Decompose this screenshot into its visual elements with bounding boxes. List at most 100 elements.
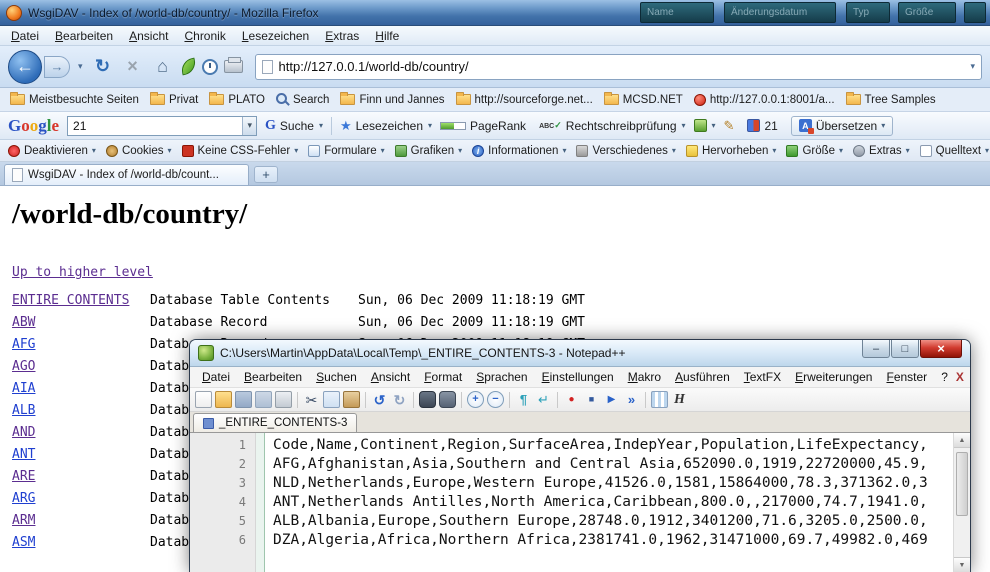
word-wrap-icon[interactable]: ↵ bbox=[535, 391, 552, 408]
npp-menu-ausfuehren[interactable]: Ausführen bbox=[669, 369, 736, 385]
npp-menu-suchen[interactable]: Suchen bbox=[310, 369, 363, 385]
menu-hilfe[interactable]: Hilfe bbox=[368, 27, 406, 45]
npp-menu-fenster[interactable]: Fenster bbox=[880, 369, 933, 385]
zoom-in-icon[interactable]: + bbox=[467, 391, 484, 408]
entry-link[interactable]: ARE bbox=[12, 469, 35, 484]
bookmark-mcsd-net[interactable]: MCSD.NET bbox=[604, 94, 683, 106]
bookmark-tree-samples[interactable]: Tree Samples bbox=[846, 94, 936, 106]
find-icon[interactable] bbox=[419, 391, 436, 408]
menu-ansicht[interactable]: Ansicht bbox=[122, 27, 175, 45]
webdev-cookies[interactable]: Cookies bbox=[106, 145, 172, 157]
webdev-groesse[interactable]: Größe bbox=[786, 145, 843, 157]
back-button[interactable]: ← bbox=[8, 50, 42, 84]
bookmark-most-visited[interactable]: Meistbesuchte Seiten bbox=[10, 94, 139, 106]
entry-link[interactable]: AND bbox=[12, 425, 35, 440]
npp-menu-help[interactable]: ? bbox=[935, 369, 954, 385]
vertical-scrollbar[interactable]: ▲ ▼ bbox=[953, 433, 970, 572]
bookmark-finn-und-jannes[interactable]: Finn und Jannes bbox=[340, 94, 444, 106]
npp-menu-bearbeiten[interactable]: Bearbeiten bbox=[238, 369, 308, 385]
home-button[interactable]: ⌂ bbox=[151, 56, 175, 77]
zoom-out-icon[interactable]: − bbox=[487, 391, 504, 408]
scroll-up-arrow[interactable]: ▲ bbox=[954, 433, 970, 448]
search-dropdown-icon[interactable]: ▾ bbox=[242, 117, 256, 135]
document-close-button[interactable]: X bbox=[956, 370, 966, 384]
multi-run-icon[interactable]: » bbox=[623, 391, 640, 408]
scrollbar-thumb[interactable] bbox=[956, 452, 968, 516]
webdev-deaktivieren[interactable]: Deaktivieren bbox=[8, 145, 96, 157]
scroll-down-arrow[interactable]: ▼ bbox=[954, 557, 970, 572]
up-to-higher-level-link[interactable]: Up to higher level bbox=[12, 265, 153, 280]
pagerank-indicator[interactable]: PageRank bbox=[440, 119, 531, 133]
npp-menu-datei[interactable]: Datei bbox=[196, 369, 236, 385]
stop-button[interactable]: × bbox=[121, 56, 145, 77]
webdev-informationen[interactable]: Informationen bbox=[472, 145, 566, 157]
undo-icon[interactable]: ↺ bbox=[371, 391, 388, 408]
bookmark-search[interactable]: Search bbox=[276, 93, 329, 106]
copy-icon[interactable] bbox=[323, 391, 340, 408]
entry-link[interactable]: ASM bbox=[12, 535, 35, 550]
maximize-button[interactable]: □ bbox=[891, 340, 919, 358]
menu-datei[interactable]: Datei bbox=[4, 27, 46, 45]
menu-chronik[interactable]: Chronik bbox=[177, 27, 232, 45]
entry-link[interactable]: ENTIRE CONTENTS bbox=[12, 293, 129, 308]
history-clock-icon[interactable] bbox=[202, 59, 218, 75]
save-icon[interactable] bbox=[235, 391, 252, 408]
play-macro-icon[interactable]: ▶ bbox=[603, 391, 620, 408]
entry-link[interactable]: ANT bbox=[12, 447, 35, 462]
entry-link[interactable]: ABW bbox=[12, 315, 35, 330]
document-tab[interactable]: _ENTIRE_CONTENTS-3 bbox=[193, 413, 357, 432]
npp-menu-einstellungen[interactable]: Einstellungen bbox=[536, 369, 620, 385]
entry-link[interactable]: ARM bbox=[12, 513, 35, 528]
autofill-button[interactable] bbox=[694, 119, 716, 132]
entry-link[interactable]: AFG bbox=[12, 337, 35, 352]
google-search-button[interactable]: GSuche bbox=[265, 118, 323, 134]
textfx-icon[interactable]: H bbox=[671, 391, 688, 408]
google-search-input[interactable]: 21▾ bbox=[67, 116, 257, 136]
forward-button[interactable]: → bbox=[44, 56, 70, 78]
highlighter-button[interactable]: ✎ bbox=[724, 118, 740, 134]
npp-menu-ansicht[interactable]: Ansicht bbox=[365, 369, 416, 385]
print-icon[interactable] bbox=[275, 391, 292, 408]
npp-menu-makro[interactable]: Makro bbox=[622, 369, 667, 385]
record-macro-icon[interactable]: ● bbox=[563, 391, 580, 408]
npp-menu-format[interactable]: Format bbox=[418, 369, 468, 385]
entry-link[interactable]: AIA bbox=[12, 381, 35, 396]
text-editor[interactable]: Code,Name,Continent,Region,SurfaceArea,I… bbox=[265, 433, 953, 572]
bookmark-plato[interactable]: PLATO bbox=[209, 94, 265, 106]
npp-menu-sprachen[interactable]: Sprachen bbox=[470, 369, 533, 385]
paste-icon[interactable] bbox=[343, 391, 360, 408]
show-symbols-icon[interactable]: ¶ bbox=[515, 391, 532, 408]
indent-guide-icon[interactable] bbox=[651, 391, 668, 408]
addon-leaf-icon[interactable] bbox=[179, 58, 197, 76]
reload-button[interactable]: ↻ bbox=[91, 56, 115, 77]
menu-extras[interactable]: Extras bbox=[318, 27, 366, 45]
notepad-titlebar[interactable]: C:\Users\Martin\AppData\Local\Temp\_ENTI… bbox=[190, 340, 970, 367]
minimize-button[interactable]: – bbox=[862, 340, 890, 358]
bookmark-sourceforge[interactable]: http://sourceforge.net... bbox=[456, 94, 593, 106]
webdev-css-fehler[interactable]: Keine CSS-Fehler bbox=[182, 145, 299, 157]
webdev-formulare[interactable]: Formulare bbox=[308, 145, 384, 157]
cut-icon[interactable]: ✂ bbox=[303, 391, 320, 408]
tab-wsgidav[interactable]: WsgiDAV - Index of /world-db/count... bbox=[4, 164, 249, 185]
webdev-grafiken[interactable]: Grafiken bbox=[395, 145, 462, 157]
save-all-icon[interactable] bbox=[255, 391, 272, 408]
urlbar-dropdown-icon[interactable]: ▾ bbox=[970, 61, 975, 72]
history-dropdown-button[interactable]: ▾ bbox=[76, 59, 85, 74]
print-icon[interactable] bbox=[224, 60, 243, 73]
npp-menu-textfx[interactable]: TextFX bbox=[738, 369, 787, 385]
webdev-hervorheben[interactable]: Hervorheben bbox=[686, 145, 777, 157]
stop-macro-icon[interactable]: ■ bbox=[583, 391, 600, 408]
redo-icon[interactable]: ↻ bbox=[391, 391, 408, 408]
webdev-extras[interactable]: Extras bbox=[853, 145, 910, 157]
new-file-icon[interactable] bbox=[195, 391, 212, 408]
menu-lesezeichen[interactable]: Lesezeichen bbox=[235, 27, 316, 45]
entry-link[interactable]: ALB bbox=[12, 403, 35, 418]
npp-menu-erweiterungen[interactable]: Erweiterungen bbox=[789, 369, 878, 385]
firefox-titlebar[interactable]: WsgiDAV - Index of /world-db/country/ - … bbox=[0, 0, 990, 26]
search-term-button[interactable]: 21 bbox=[747, 119, 782, 133]
url-input[interactable]: http://127.0.0.1/world-db/country/ ▾ bbox=[255, 54, 982, 80]
bookmark-localhost-8001[interactable]: http://127.0.0.1:8001/a... bbox=[694, 94, 835, 106]
close-button[interactable]: × bbox=[920, 340, 962, 358]
bookmark-privat[interactable]: Privat bbox=[150, 94, 198, 106]
open-folder-icon[interactable] bbox=[215, 391, 232, 408]
